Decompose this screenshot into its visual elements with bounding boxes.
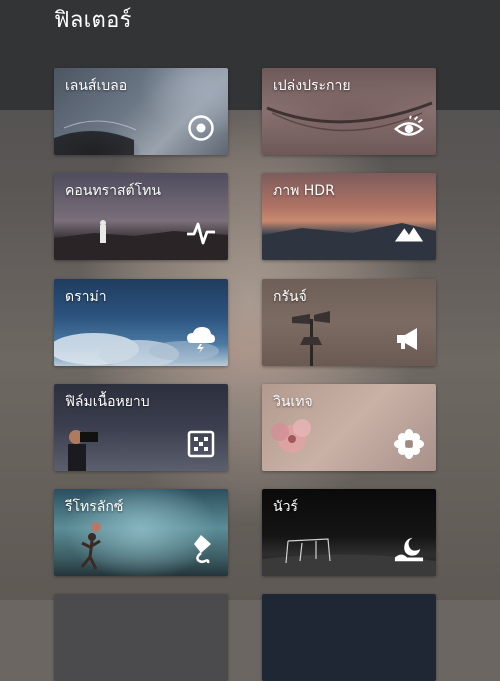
kite-icon	[186, 534, 216, 564]
filter-card-grunge[interactable]: กรันจ์	[262, 279, 436, 366]
filter-card-glamour-glow[interactable]: เปล่งประกาย	[262, 68, 436, 155]
filter-label: กรันจ์	[273, 289, 307, 305]
filter-card-hdr[interactable]: ภาพ HDR	[262, 173, 436, 260]
filter-label: ดราม่า	[65, 289, 107, 305]
filter-label: รีโทรลักซ์	[65, 499, 124, 515]
filter-label: เปล่งประกาย	[273, 78, 351, 94]
flower-icon	[394, 429, 424, 459]
moon-landscape-icon	[394, 534, 424, 564]
filter-label: วินเทจ	[273, 394, 313, 410]
filter-card-retrolux[interactable]: รีโทรลักซ์	[54, 489, 228, 576]
storm-cloud-icon	[186, 324, 216, 354]
megaphone-icon	[394, 324, 424, 354]
filter-card-tonal-contrast[interactable]: คอนทราสต์โทน	[54, 173, 228, 260]
filter-card-drama[interactable]: ดราม่า	[54, 279, 228, 366]
dice-icon	[186, 429, 216, 459]
filter-label: ฟิล์มเนื้อหยาบ	[65, 394, 150, 410]
filter-label: เลนส์เบลอ	[65, 78, 128, 94]
pulse-icon	[186, 218, 216, 248]
filter-card-partial-right[interactable]	[262, 594, 436, 681]
filter-label: ภาพ HDR	[273, 183, 335, 199]
filter-card-vintage[interactable]: วินเทจ	[262, 384, 436, 471]
filter-card-grainy-film[interactable]: ฟิล์มเนื้อหยาบ	[54, 384, 228, 471]
mountain-icon	[394, 218, 424, 248]
filter-card-lens-blur[interactable]: เลนส์เบลอ	[54, 68, 228, 155]
filter-card-partial-left[interactable]	[54, 594, 228, 681]
eye-icon	[394, 113, 424, 143]
filter-grid: เลนส์เบลอ เปล่งประกาย คอนทราสต์โทน ภาพ H…	[0, 0, 500, 681]
filter-label: คอนทราสต์โทน	[65, 183, 161, 199]
filter-label: นัวร์	[273, 499, 298, 515]
target-icon	[186, 113, 216, 143]
filter-card-noir[interactable]: นัวร์	[262, 489, 436, 576]
